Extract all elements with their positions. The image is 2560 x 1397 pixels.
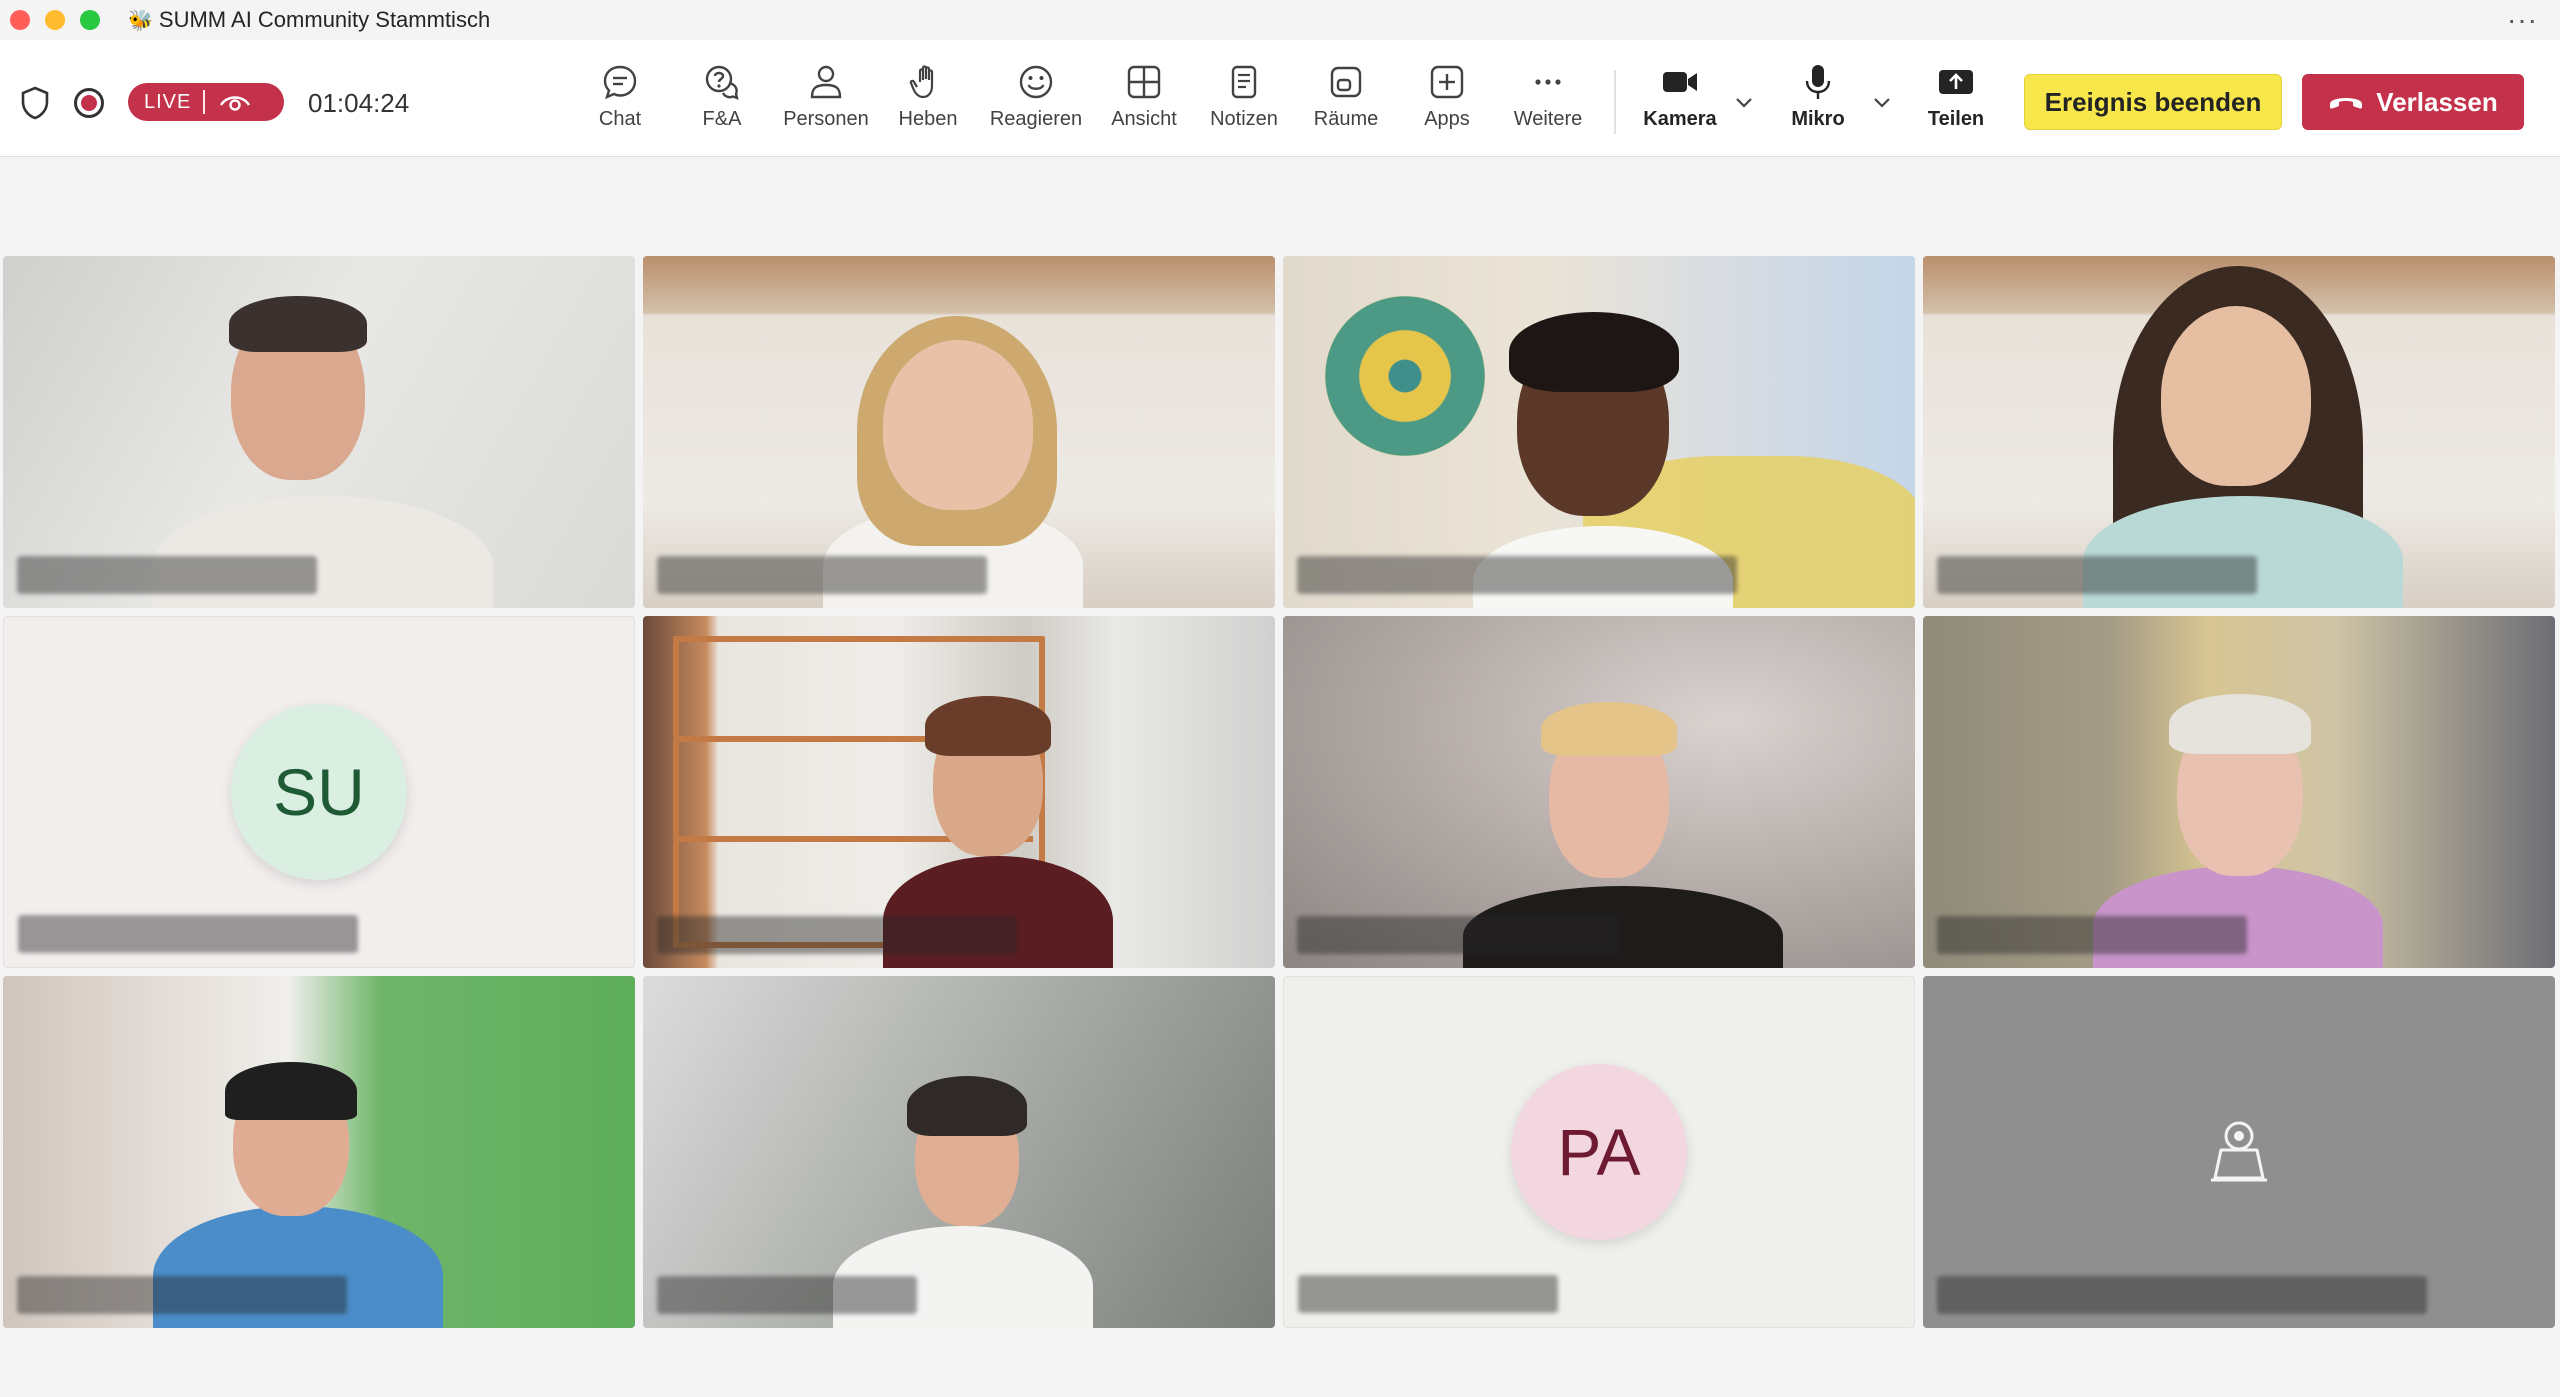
participant-video-tile[interactable] — [643, 256, 1275, 608]
participant-avatar: PA — [1511, 1064, 1687, 1240]
participant-name-label — [657, 1276, 917, 1314]
participant-camera-off-tile[interactable] — [1923, 976, 2555, 1328]
rooms-icon — [1330, 66, 1362, 98]
microphone-options-chevron-down-icon[interactable] — [1872, 92, 1892, 112]
live-label: LIVE — [144, 90, 192, 113]
apps-button[interactable]: Apps — [1399, 62, 1495, 138]
view-button[interactable]: Ansicht — [1096, 62, 1192, 138]
participant-video-tile[interactable] — [3, 976, 635, 1328]
share-label: Teilen — [1927, 108, 1985, 130]
camera-button[interactable]: Kamera — [1632, 62, 1728, 138]
minimize-window-button[interactable] — [45, 10, 65, 30]
window-controls — [10, 10, 100, 30]
more-button[interactable]: Weitere — [1500, 62, 1596, 138]
camera-options-chevron-down-icon[interactable] — [1734, 92, 1754, 112]
close-window-button[interactable] — [10, 10, 30, 30]
microphone-icon — [1805, 65, 1831, 99]
smile-icon — [1019, 65, 1053, 99]
notes-icon — [1231, 65, 1257, 99]
avatar-initials: SU — [273, 755, 365, 829]
avatar-initials: PA — [1557, 1115, 1641, 1189]
participant-name-label — [1937, 916, 2247, 954]
participant-video-tile[interactable] — [643, 616, 1275, 968]
camera-off-icon — [2211, 1121, 2267, 1182]
participant-name-label — [657, 916, 1017, 954]
raise-hand-button[interactable]: Heben — [880, 62, 976, 138]
meeting-timer: 01:04:24 — [308, 88, 410, 118]
participant-name-label — [1297, 556, 1737, 594]
apps-plus-icon — [1430, 65, 1464, 99]
hang-up-phone-icon — [2330, 98, 2363, 109]
rooms-button[interactable]: Räume — [1298, 62, 1394, 138]
microphone-label: Mikro — [1791, 108, 1845, 130]
camera-label: Kamera — [1643, 108, 1717, 130]
share-icon — [1939, 70, 1973, 94]
participant-video-tile[interactable] — [1283, 616, 1915, 968]
viewer-eye-icon — [220, 96, 251, 111]
window-more-button[interactable]: ··· — [2507, 4, 2538, 36]
live-badge[interactable]: LIVE — [128, 83, 284, 121]
leave-button[interactable]: Verlassen — [2302, 74, 2524, 130]
leave-label: Verlassen — [2376, 86, 2498, 117]
microphone-button[interactable]: Mikro — [1770, 62, 1866, 138]
notes-button[interactable]: Notizen — [1196, 62, 1292, 138]
participant-name-label — [17, 1276, 347, 1314]
window-title: 🐝 SUMM AI Community Stammtisch — [128, 7, 490, 33]
grid-view-icon — [1127, 65, 1161, 99]
camera-icon — [1663, 72, 1697, 92]
chat-button[interactable]: Chat — [572, 62, 668, 138]
raise-hand-label: Heben — [898, 108, 958, 130]
more-label: Weitere — [1513, 108, 1583, 130]
participant-name-label — [1937, 556, 2257, 594]
chat-label: Chat — [598, 108, 642, 130]
qa-button[interactable]: F&A — [674, 62, 770, 138]
participant-avatar-tile[interactable]: PA — [1283, 976, 1915, 1328]
people-label: Personen — [783, 108, 869, 130]
react-button[interactable]: Reagieren — [988, 62, 1084, 138]
apps-label: Apps — [1424, 108, 1470, 130]
participant-video-tile[interactable] — [1923, 616, 2555, 968]
notes-label: Notizen — [1210, 108, 1278, 130]
participant-avatar-tile[interactable]: SU — [3, 616, 635, 968]
window-titlebar: 🐝 SUMM AI Community Stammtisch ··· — [0, 0, 2560, 40]
window-title-text: SUMM AI Community Stammtisch — [158, 7, 491, 32]
participant-avatar: SU — [231, 704, 407, 880]
share-button[interactable]: Teilen — [1908, 62, 2004, 138]
participant-name-label — [17, 556, 317, 594]
participant-name-label — [18, 915, 358, 953]
people-icon — [810, 65, 842, 99]
participant-name-label — [1937, 1276, 2427, 1314]
bee-icon: 🐝 — [128, 9, 153, 32]
toolbar-divider — [1614, 70, 1616, 134]
participant-name-label — [1298, 1275, 1558, 1313]
people-button[interactable]: Personen — [778, 62, 874, 138]
rooms-label: Räume — [1313, 108, 1379, 130]
end-event-button[interactable]: Ereignis beenden — [2024, 74, 2282, 130]
raise-hand-icon — [909, 65, 934, 99]
qa-label: F&A — [702, 108, 742, 130]
more-icon — [1535, 79, 1561, 85]
participant-video-tile[interactable] — [1283, 256, 1915, 608]
participant-video-tile[interactable] — [1923, 256, 2555, 608]
participant-video-grid: SU PA — [3, 256, 2555, 1328]
view-label: Ansicht — [1111, 108, 1177, 130]
participant-video-tile[interactable] — [643, 976, 1275, 1328]
meeting-toolbar: LIVE 01:04:24 Chat F&A Personen Heben Re… — [0, 40, 2560, 157]
shield-icon[interactable] — [20, 86, 50, 120]
participant-name-label — [1297, 916, 1617, 954]
react-label: Reagieren — [989, 108, 1083, 130]
chat-icon — [603, 65, 637, 100]
zoom-window-button[interactable] — [80, 10, 100, 30]
recording-indicator-icon[interactable] — [74, 88, 104, 118]
participant-video-tile[interactable] — [3, 256, 635, 608]
qa-icon — [705, 65, 739, 100]
participant-name-label — [657, 556, 987, 594]
